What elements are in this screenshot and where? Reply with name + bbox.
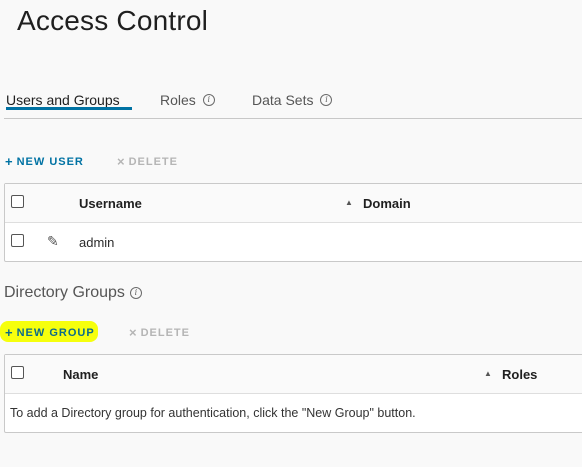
tab-users-and-groups[interactable]: Users and Groups — [6, 92, 132, 110]
tab-label: Roles — [160, 92, 196, 108]
x-icon: × — [117, 154, 126, 169]
delete-user-button[interactable]: × DELETE — [117, 154, 178, 169]
sort-ascending-icon[interactable]: ▲ — [345, 198, 353, 207]
delete-group-label: DELETE — [140, 326, 190, 339]
select-all-checkbox[interactable] — [11, 195, 24, 208]
info-icon[interactable]: i — [202, 94, 215, 106]
x-icon: × — [129, 325, 138, 340]
section-title: Directory Groups — [4, 284, 125, 301]
empty-state-message: To add a Directory group for authenticat… — [10, 406, 416, 420]
new-group-label: NEW GROUP — [16, 326, 95, 339]
plus-icon: + — [5, 154, 14, 169]
info-icon[interactable]: i — [320, 94, 333, 106]
directory-groups-heading: Directory Groups i — [4, 284, 142, 302]
groups-table: Name ▲ Roles To add a Directory group fo… — [4, 354, 582, 433]
info-icon[interactable]: i — [129, 287, 142, 299]
tab-label: Users and Groups — [6, 92, 120, 108]
plus-icon: + — [5, 325, 14, 340]
table-row: To add a Directory group for authenticat… — [5, 394, 582, 432]
tab-data-sets[interactable]: Data Sets i — [252, 92, 333, 108]
pencil-icon[interactable]: ✎ — [47, 233, 59, 250]
tab-roles[interactable]: Roles i — [160, 92, 215, 108]
row-checkbox[interactable] — [11, 234, 24, 247]
new-user-button[interactable]: + NEW USER — [5, 154, 84, 169]
table-row: ✎ admin — [5, 223, 582, 261]
new-user-label: NEW USER — [16, 155, 84, 168]
username-cell: admin — [79, 235, 115, 250]
page-title: Access Control — [17, 5, 209, 36]
new-group-button[interactable]: + NEW GROUP — [5, 325, 95, 340]
tab-bar: Users and Groups Roles i Data Sets i — [4, 84, 582, 119]
tab-label: Data Sets — [252, 92, 314, 108]
table-header: Username ▲ Domain — [5, 184, 582, 223]
delete-group-button[interactable]: × DELETE — [129, 325, 190, 340]
column-header-domain[interactable]: Domain — [363, 196, 411, 211]
table-header: Name ▲ Roles — [5, 355, 582, 394]
delete-user-label: DELETE — [128, 155, 178, 168]
column-header-roles[interactable]: Roles — [502, 367, 537, 382]
users-table: Username ▲ Domain ✎ admin — [4, 183, 582, 262]
column-header-name[interactable]: Name — [63, 367, 98, 382]
active-tab-indicator — [6, 107, 132, 110]
column-header-username[interactable]: Username — [79, 196, 142, 211]
sort-ascending-icon[interactable]: ▲ — [484, 369, 492, 378]
select-all-checkbox[interactable] — [11, 366, 24, 379]
